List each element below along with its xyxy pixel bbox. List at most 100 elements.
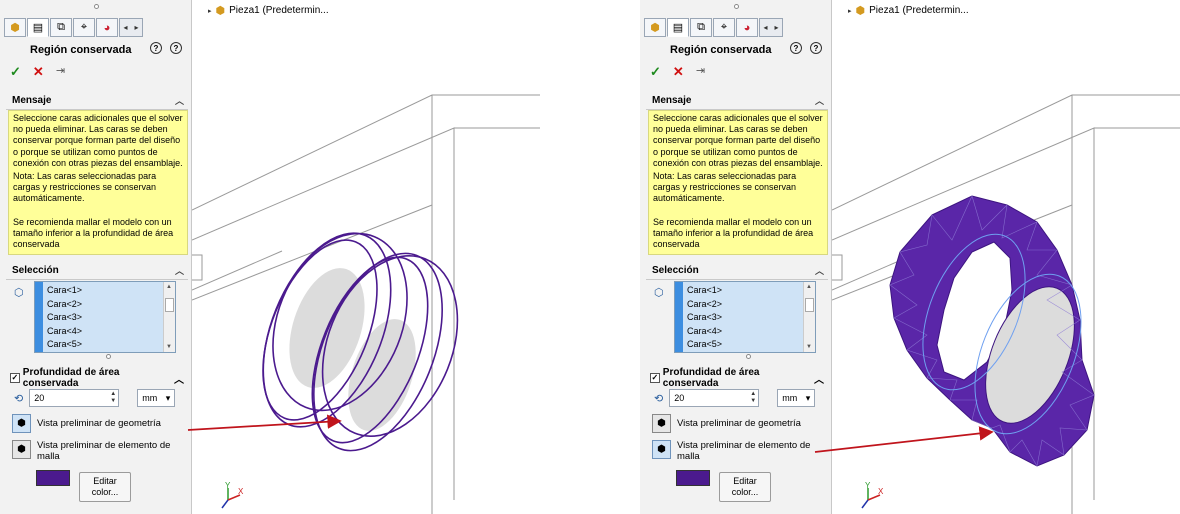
tab-scroll[interactable]: ◂ ▸ [759,18,783,37]
check-icon[interactable]: ✓ [10,64,21,80]
display-manager-tab[interactable]: ◕ [736,18,758,37]
pin-icon[interactable]: ⇥ [56,64,65,80]
list-item[interactable]: Cara<5> [687,338,722,352]
help-icon[interactable]: ? [150,42,162,54]
message-note: Nota: Las caras seleccionadas para carga… [653,171,797,204]
pin-icon[interactable]: ⇥ [696,64,705,80]
box-model [192,94,540,514]
graphics-view[interactable]: Y X [192,0,540,514]
faces-items: Cara<1> Cara<2> Cara<3> Cara<4> Cara<5> [47,284,82,352]
unit-select[interactable]: mm ▾ [777,389,816,407]
message-box: Seleccione caras adicionales que el solv… [8,110,188,255]
depth-icon: ⟲ [14,392,24,405]
help-icon[interactable]: ? [810,42,822,54]
list-item[interactable]: Cara<1> [47,284,82,298]
chevron-up-icon[interactable]: ︿ [814,371,824,386]
list-item[interactable]: Cara<2> [47,298,82,312]
chevron-up-icon[interactable]: ︿ [174,371,184,386]
svg-text:Y: Y [865,481,871,490]
selection-section-header[interactable]: Selección ︿ [646,262,828,280]
geometry-preview-icon[interactable]: ⬢ [12,414,31,433]
dimxpert-tab[interactable]: ⌖ [713,18,735,37]
unit-select[interactable]: mm ▾ [137,389,176,407]
faces-list[interactable]: Cara<1> Cara<2> Cara<3> Cara<4> Cara<5> … [34,281,176,353]
list-item[interactable]: Cara<4> [47,325,82,339]
list-item[interactable]: Cara<5> [47,338,82,352]
list-focus-bar [35,282,43,352]
scroll-thumb[interactable] [805,298,814,312]
panel-grip[interactable] [94,4,99,9]
message-section-header[interactable]: Mensaje ︿ [646,92,828,110]
depth-section-header[interactable]: ✓ Profundidad de área conservada ︿ [646,367,828,389]
chevron-right-icon: ▸ [774,23,779,32]
feature-manager-tab[interactable]: ⬢ [644,18,666,37]
configuration-manager-tab[interactable]: ⧉ [50,18,72,37]
unit-value: mm [142,393,158,403]
message-section-header[interactable]: Mensaje ︿ [6,92,188,110]
mesh-preview-icon[interactable]: ⬢ [652,440,671,459]
spin-arrows[interactable]: ▲ ▼ [110,391,116,405]
list-item[interactable]: Cara<3> [47,311,82,325]
check-icon[interactable]: ✓ [650,64,661,80]
panel-grip[interactable] [734,4,739,9]
help-icon[interactable]: ? [790,42,802,54]
faces-list[interactable]: Cara<1> Cara<2> Cara<3> Cara<4> Cara<5> … [674,281,816,353]
help-icon[interactable]: ? [170,42,182,54]
chevron-up-icon[interactable]: ︿ [175,94,184,107]
scroll-thumb[interactable] [165,298,174,312]
panel-actions: ✓ ✕ ⇥ [10,64,65,80]
graphics-view[interactable]: Y X [832,0,1180,514]
property-manager-tab[interactable]: ▤ [27,18,49,37]
face-icon: ⬡ [14,287,24,299]
display-manager-tab[interactable]: ◕ [96,18,118,37]
dimxpert-tab[interactable]: ⌖ [73,18,95,37]
part-icon: ⬢ [650,22,660,34]
tab-scroll[interactable]: ◂ ▸ [119,18,143,37]
close-icon[interactable]: ✕ [33,64,44,80]
geometry-preview-icon[interactable]: ⬢ [652,414,671,433]
feature-manager-tab[interactable]: ⬢ [4,18,26,37]
color-swatch[interactable] [676,470,710,486]
mesh-preview-option[interactable]: ⬢ Vista preliminar de elemento de malla [12,440,177,462]
close-icon[interactable]: ✕ [673,64,684,80]
mesh-preview-icon[interactable]: ⬢ [12,440,31,459]
depth-row: ⟲ 20 ▲ ▼ mm ▾ [654,389,816,407]
chevron-up-icon[interactable]: ︿ [175,264,184,277]
list-resize-grip[interactable] [106,354,111,359]
list-item[interactable]: Cara<1> [687,284,722,298]
chevron-up-icon[interactable]: ︿ [815,264,824,277]
list-item[interactable]: Cara<3> [687,311,722,325]
list-scrollbar[interactable]: ▲ ▼ [803,282,815,352]
spin-arrows[interactable]: ▲ ▼ [750,391,756,405]
display-icon: ◕ [743,21,751,34]
edit-color-button[interactable]: Editar color... [719,472,771,502]
mesh-preview-option[interactable]: ⬢ Vista preliminar de elemento de malla [652,440,817,462]
property-manager-tab[interactable]: ▤ [667,18,689,37]
depth-checkbox[interactable]: ✓ [10,373,20,383]
depth-input[interactable]: 20 ▲ ▼ [669,389,760,407]
list-item[interactable]: Cara<4> [687,325,722,339]
geometry-preview-option[interactable]: ⬢ Vista preliminar de geometría [652,414,801,433]
properties-icon: ▤ [672,22,684,34]
property-manager: ⬢ ▤ ⧉ ⌖ ◕ ◂ ▸ Región conservada ? ? ✓ ✕ ⇥… [640,0,832,514]
depth-section-header[interactable]: ✓ Profundidad de área conservada ︿ [6,367,188,389]
svg-text:X: X [238,487,244,496]
scroll-down-icon[interactable]: ▼ [806,344,812,350]
depth-input[interactable]: 20 ▲ ▼ [29,389,120,407]
depth-checkbox[interactable]: ✓ [650,373,660,383]
scroll-up-icon[interactable]: ▲ [806,284,812,290]
scroll-down-icon[interactable]: ▼ [166,344,172,350]
scroll-up-icon[interactable]: ▲ [166,284,172,290]
geometry-preview-option[interactable]: ⬢ Vista preliminar de geometría [12,414,161,433]
configuration-manager-tab[interactable]: ⧉ [690,18,712,37]
list-item[interactable]: Cara<2> [687,298,722,312]
selection-section-header[interactable]: Selección ︿ [6,262,188,280]
chevron-up-icon[interactable]: ︿ [815,94,824,107]
list-resize-grip[interactable] [746,354,751,359]
message-text: Seleccione caras adicionales que el solv… [653,113,823,168]
list-scrollbar[interactable]: ▲ ▼ [163,282,175,352]
property-manager: ⬢ ▤ ⧉ ⌖ ◕ ◂ ▸ Región conservada ? ? ✓ ✕ ⇥… [0,0,192,514]
manager-tabs: ⬢ ▤ ⧉ ⌖ ◕ ◂ ▸ [644,18,783,38]
edit-color-button[interactable]: Editar color... [79,472,131,502]
color-swatch[interactable] [36,470,70,486]
